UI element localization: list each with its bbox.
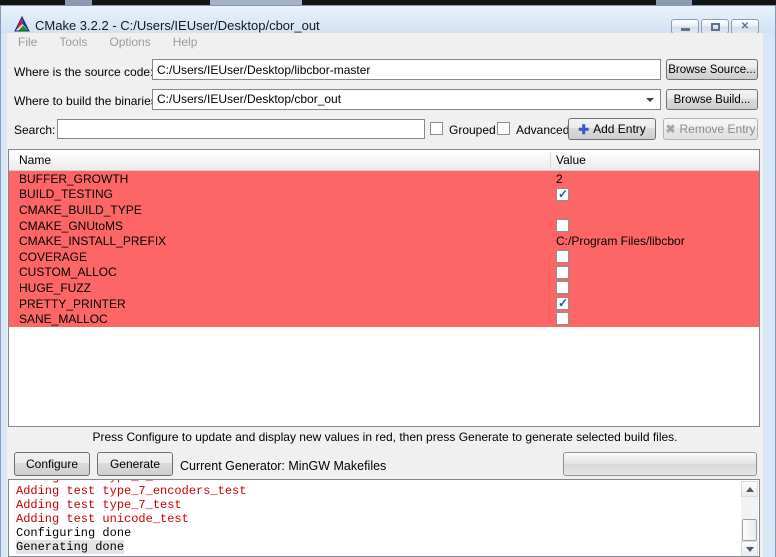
scroll-down-button[interactable] xyxy=(741,541,758,557)
param-name: HUGE_FUZZ xyxy=(19,281,91,295)
remove-entry-button[interactable]: ✖ Remove Entry xyxy=(663,118,758,140)
grouped-checkbox[interactable] xyxy=(430,122,443,135)
advanced-checkbox[interactable] xyxy=(497,122,510,135)
log-line: Generating done xyxy=(16,540,741,554)
minimize-icon xyxy=(681,28,690,31)
table-body: BUFFER_GROWTH 2 BUILD_TESTING CMAKE_BUIL… xyxy=(9,171,759,327)
search-input[interactable] xyxy=(57,119,425,139)
param-name: PRETTY_PRINTER xyxy=(19,297,126,311)
column-header-value[interactable]: Value xyxy=(556,153,586,167)
column-header-name[interactable]: Name xyxy=(19,153,51,167)
param-value-checkbox[interactable] xyxy=(556,312,569,325)
param-value-checkbox[interactable] xyxy=(556,266,569,279)
cmake-window: CMake 3.2.2 - C:/Users/IEUser/Desktop/cb… xyxy=(0,0,776,557)
menu-item[interactable]: Options xyxy=(98,33,161,51)
add-plus-icon: ✚ xyxy=(578,123,589,136)
close-button[interactable]: ✕ xyxy=(731,19,759,34)
table-row[interactable]: BUILD_TESTING xyxy=(9,187,759,203)
grouped-label: Grouped xyxy=(449,123,496,137)
table-row[interactable]: SANE_MALLOC xyxy=(9,311,759,327)
title-bar[interactable]: CMake 3.2.2 - C:/Users/IEUser/Desktop/cb… xyxy=(1,6,775,33)
arrow-down-icon xyxy=(746,547,754,552)
menu-item[interactable]: Help xyxy=(162,33,209,51)
table-row[interactable]: BUFFER_GROWTH 2 xyxy=(9,171,759,187)
table-row[interactable]: CMAKE_INSTALL_PREFIX C:/Program Files/li… xyxy=(9,233,759,249)
scrollbar-thumb[interactable] xyxy=(742,519,757,541)
param-value-checkbox[interactable] xyxy=(556,250,569,263)
minimize-button[interactable] xyxy=(671,19,699,34)
source-path-input[interactable] xyxy=(152,59,661,80)
browse-source-button[interactable]: Browse Source... xyxy=(666,59,758,80)
param-value-checkbox[interactable] xyxy=(556,281,569,294)
maximize-button[interactable] xyxy=(701,19,729,34)
table-header[interactable]: Name Value xyxy=(9,150,759,171)
maximize-icon xyxy=(711,23,720,31)
remove-x-icon: ✖ xyxy=(665,123,675,135)
param-value-checkbox[interactable] xyxy=(556,297,569,310)
menu-item[interactable]: File xyxy=(7,33,48,51)
output-log[interactable]: Adding test type_6_testAdding test type_… xyxy=(8,479,760,557)
search-label: Search: xyxy=(14,123,55,137)
table-row[interactable]: HUGE_FUZZ xyxy=(9,280,759,296)
log-scrollbar[interactable] xyxy=(741,481,758,557)
log-lines: Adding test type_6_testAdding test type_… xyxy=(16,480,741,554)
build-path-combobox[interactable]: C:/Users/IEUser/Desktop/cbor_out xyxy=(152,89,661,110)
table-row[interactable]: CMAKE_GNUtoMS xyxy=(9,218,759,234)
param-value-checkbox[interactable] xyxy=(556,188,569,201)
param-name: CMAKE_GNUtoMS xyxy=(19,219,123,233)
param-name: BUFFER_GROWTH xyxy=(19,172,128,186)
cmake-logo-icon xyxy=(14,16,30,32)
generate-button[interactable]: Generate xyxy=(97,452,173,476)
table-row[interactable]: COVERAGE xyxy=(9,249,759,265)
log-line: Configuring done xyxy=(16,526,741,540)
build-path-value: C:/Users/IEUser/Desktop/cbor_out xyxy=(157,92,341,106)
log-line: Adding test type_7_encoders_test xyxy=(16,484,741,498)
param-name: CMAKE_INSTALL_PREFIX xyxy=(19,234,166,248)
param-name: SANE_MALLOC xyxy=(19,312,108,326)
progress-bar xyxy=(563,452,757,476)
column-divider[interactable] xyxy=(550,152,551,169)
log-line: Adding test unicode_test xyxy=(16,512,741,526)
configure-button[interactable]: Configure xyxy=(14,452,90,476)
chevron-down-icon xyxy=(646,98,654,102)
configure-hint-text: Press Configure to update and display ne… xyxy=(7,430,763,444)
remove-entry-label: Remove Entry xyxy=(680,122,756,136)
window-title: CMake 3.2.2 - C:/Users/IEUser/Desktop/cb… xyxy=(35,18,320,33)
scroll-up-button[interactable] xyxy=(741,481,758,497)
add-entry-button[interactable]: ✚ Add Entry xyxy=(568,118,656,140)
param-name: COVERAGE xyxy=(19,250,87,264)
browse-build-button[interactable]: Browse Build... xyxy=(666,89,758,110)
menu-item[interactable]: Tools xyxy=(48,33,98,51)
param-value[interactable]: 2 xyxy=(556,172,563,186)
param-name: CMAKE_BUILD_TYPE xyxy=(19,203,142,217)
current-generator-label: Current Generator: MinGW Makefiles xyxy=(180,459,386,473)
table-row[interactable]: CUSTOM_ALLOC xyxy=(9,265,759,281)
arrow-up-icon xyxy=(746,487,754,492)
menu-bar: FileToolsOptionsHelp xyxy=(7,33,763,52)
add-entry-label: Add Entry xyxy=(593,122,646,136)
log-line: Adding test type_7_test xyxy=(16,498,741,512)
param-value[interactable]: C:/Program Files/libcbor xyxy=(556,234,685,248)
param-value-checkbox[interactable] xyxy=(556,219,569,232)
advanced-label: Advanced xyxy=(516,123,569,137)
table-row[interactable]: PRETTY_PRINTER xyxy=(9,296,759,312)
param-name: CUSTOM_ALLOC xyxy=(19,265,117,279)
table-row[interactable]: CMAKE_BUILD_TYPE xyxy=(9,202,759,218)
source-path-label: Where is the source code: xyxy=(14,65,153,79)
close-icon: ✕ xyxy=(741,22,749,32)
cache-variables-table: Name Value BUFFER_GROWTH 2 BUILD_TESTING… xyxy=(8,149,760,427)
build-path-label: Where to build the binaries: xyxy=(14,94,160,108)
param-name: BUILD_TESTING xyxy=(19,187,113,201)
